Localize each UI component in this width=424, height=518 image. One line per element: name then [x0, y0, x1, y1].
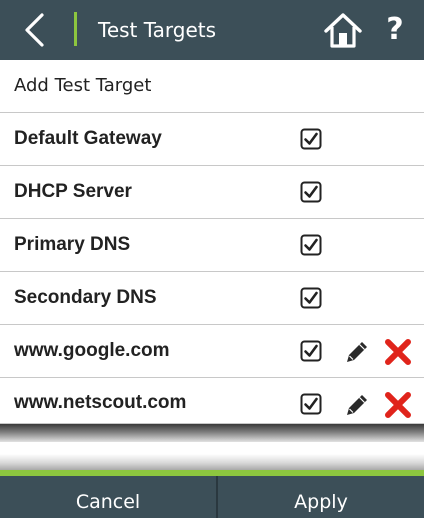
- list-item: www.netscout.com: [0, 378, 424, 424]
- pencil-icon[interactable]: [343, 338, 371, 366]
- list-item: DHCP Server: [0, 166, 424, 219]
- target-label: Secondary DNS: [14, 287, 157, 308]
- list-end-area: [0, 424, 424, 470]
- target-label: www.netscout.com: [14, 392, 187, 413]
- footer-bar: Cancel Apply: [0, 476, 424, 518]
- checkbox[interactable]: [300, 181, 322, 203]
- target-label: Default Gateway: [14, 128, 162, 149]
- target-label: DHCP Server: [14, 181, 132, 202]
- checkbox[interactable]: [300, 234, 322, 256]
- footer-shadow: [0, 454, 424, 470]
- test-targets-screen: Test Targets ? Add Test Target Default G…: [0, 0, 424, 518]
- checkbox[interactable]: [300, 128, 322, 150]
- add-test-target-label: Add Test Target: [14, 75, 152, 96]
- cancel-button[interactable]: Cancel: [0, 476, 216, 518]
- checkbox[interactable]: [300, 340, 322, 362]
- scroll-shadow: [0, 424, 424, 442]
- list-item: Default Gateway: [0, 113, 424, 166]
- page-title: Test Targets: [98, 18, 217, 42]
- delete-icon[interactable]: [384, 392, 412, 418]
- pencil-icon[interactable]: [343, 391, 371, 419]
- delete-icon[interactable]: [384, 339, 412, 365]
- header-divider: [74, 12, 77, 46]
- target-label: www.google.com: [14, 340, 170, 361]
- checkbox[interactable]: [300, 287, 322, 309]
- target-label: Primary DNS: [14, 234, 131, 255]
- home-icon[interactable]: [324, 11, 362, 49]
- list-item: www.google.com: [0, 325, 424, 378]
- help-button[interactable]: ?: [380, 10, 410, 50]
- list-item: Primary DNS: [0, 219, 424, 272]
- checkbox[interactable]: [300, 393, 322, 415]
- header-bar: Test Targets ?: [0, 0, 424, 60]
- apply-button[interactable]: Apply: [218, 476, 424, 518]
- add-test-target-row[interactable]: Add Test Target: [0, 60, 424, 113]
- chevron-left-icon[interactable]: [18, 12, 52, 48]
- list-item: Secondary DNS: [0, 272, 424, 325]
